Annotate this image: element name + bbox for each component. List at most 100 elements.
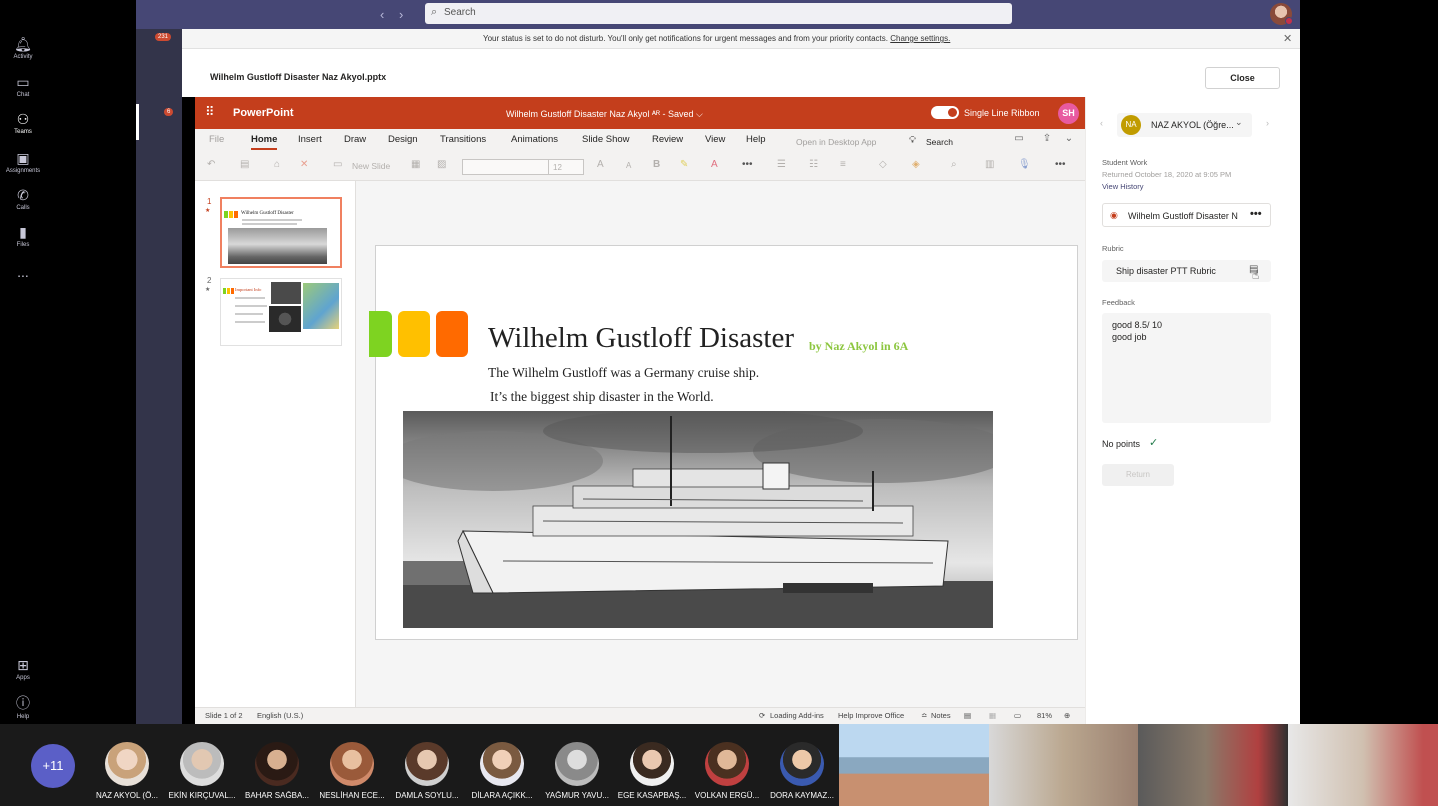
notes-button[interactable]: Notes <box>931 711 951 720</box>
font-size-select[interactable]: 12 <box>548 159 584 175</box>
app-name[interactable]: PowerPoint <box>233 107 294 119</box>
new-slide-icon[interactable]: ▭ <box>333 159 342 170</box>
tab-file[interactable]: File <box>209 134 224 145</box>
return-button[interactable]: Return <box>1102 464 1174 486</box>
tab-draw[interactable]: Draw <box>344 134 366 145</box>
participant-video[interactable] <box>1138 724 1288 806</box>
back-arrow-icon[interactable]: ‹ <box>380 7 384 22</box>
picture-icon[interactable]: ▨ <box>437 159 446 170</box>
slide-thumbnail[interactable]: Important Info <box>220 278 342 346</box>
participant-avatar[interactable] <box>255 742 299 786</box>
rail-item-files[interactable]: ▮ Files <box>0 224 46 248</box>
comment-icon[interactable]: ▭ <box>1010 133 1028 149</box>
fit-slide-icon[interactable]: ⊕ <box>1064 711 1070 720</box>
rail-item-more[interactable]: ... <box>0 264 46 280</box>
change-settings-link[interactable]: Change settings. <box>890 34 950 43</box>
open-in-desktop-button[interactable]: Open in Desktop App <box>796 137 876 147</box>
feedback-text[interactable]: good 8.5/ 10 good job <box>1112 319 1162 343</box>
more-formatting-icon[interactable]: ••• <box>742 159 753 170</box>
sorter-view-icon[interactable]: ▦ <box>989 711 996 720</box>
align-icon[interactable]: ≡ <box>840 159 846 170</box>
decrease-font-icon[interactable]: A <box>626 161 631 170</box>
highlight-icon[interactable]: ✎ <box>680 159 688 170</box>
rail-item-assignments[interactable]: ▣ Assignments <box>0 150 46 174</box>
chevron-down-icon[interactable]: ⌄ <box>1060 133 1078 149</box>
format-painter-icon[interactable]: ⌂ <box>274 159 280 170</box>
file-name-status[interactable]: Wilhelm Gustloff Disaster Naz Akyol ᴬᴿ -… <box>506 109 703 120</box>
reading-view-icon[interactable]: ▭ <box>1014 711 1021 720</box>
share-icon[interactable]: ⇪ <box>1038 133 1056 149</box>
participant-video[interactable] <box>1288 724 1438 806</box>
participant-video[interactable] <box>839 724 989 806</box>
tab-insert[interactable]: Insert <box>298 134 322 145</box>
normal-view-icon[interactable]: ▤ <box>964 711 971 720</box>
find-icon[interactable]: ⌕ <box>951 159 957 170</box>
participant-avatar[interactable] <box>480 742 524 786</box>
participant-avatar[interactable] <box>180 742 224 786</box>
slide-body-line[interactable]: The Wilhelm Gustloff was a Germany cruis… <box>488 365 759 381</box>
search-input[interactable]: ⌕ Search <box>425 3 1012 24</box>
chevron-down-icon[interactable]: ⌄ <box>1235 117 1243 128</box>
more-options-icon[interactable]: ••• <box>1250 208 1262 220</box>
tab-review[interactable]: Review <box>652 134 683 145</box>
tab-view[interactable]: View <box>705 134 725 145</box>
more-participants-button[interactable]: +11 <box>31 744 75 788</box>
rubric-name[interactable]: Ship disaster PTT Rubric <box>1116 266 1216 276</box>
previous-student-icon[interactable]: ‹ <box>1100 118 1103 128</box>
rail-item-chat[interactable]: ▭ Chat <box>0 74 46 98</box>
next-student-icon[interactable]: › <box>1266 118 1269 128</box>
orange-square-shape[interactable] <box>436 311 468 357</box>
zoom-level[interactable]: 81% <box>1037 711 1052 720</box>
app-launcher-icon[interactable]: ⠿ <box>205 104 215 120</box>
tab-home[interactable]: Home <box>251 134 277 145</box>
view-history-link[interactable]: View History <box>1102 182 1144 191</box>
ship-photo[interactable] <box>403 411 993 628</box>
new-slide-button[interactable]: New Slide <box>352 161 390 171</box>
single-line-ribbon-toggle[interactable] <box>931 106 959 119</box>
shapes-icon[interactable]: ◇ <box>879 159 887 170</box>
shape-fill-icon[interactable]: ◈ <box>912 159 920 170</box>
increase-font-icon[interactable]: A <box>597 159 604 170</box>
delete-icon[interactable]: ✕ <box>300 159 308 170</box>
dictate-icon[interactable]: 🎙︎ <box>1018 159 1031 170</box>
font-color-icon[interactable]: A <box>711 159 718 170</box>
language[interactable]: English (U.S.) <box>257 711 303 720</box>
font-family-select[interactable] <box>462 159 551 175</box>
tab-animations[interactable]: Animations <box>511 134 558 145</box>
close-button[interactable]: Close <box>1205 67 1280 89</box>
close-icon[interactable]: ✕ <box>1283 32 1292 45</box>
participant-avatar[interactable] <box>105 742 149 786</box>
yellow-square-shape[interactable] <box>398 311 430 357</box>
participant-avatar[interactable] <box>630 742 674 786</box>
slide-thumbnail[interactable]: Wilhelm Gustloff Disaster <box>220 197 342 268</box>
participant-avatar[interactable] <box>780 742 824 786</box>
participant-avatar[interactable] <box>405 742 449 786</box>
participant-avatar[interactable] <box>705 742 749 786</box>
slide-byline[interactable]: by Naz Akyol in 6A <box>809 339 908 354</box>
ribbon-search[interactable]: Search <box>926 137 953 147</box>
attachment-name[interactable]: Wilhelm Gustloff Disaster N <box>1128 211 1238 221</box>
rail-item-teams[interactable]: ⚇ Teams <box>0 111 46 135</box>
forward-arrow-icon[interactable]: › <box>399 7 403 22</box>
numbering-icon[interactable]: ☷ <box>809 159 818 170</box>
paste-icon[interactable]: ▤ <box>240 159 249 170</box>
designer-icon[interactable]: ▥ <box>985 159 994 170</box>
rail-item-apps[interactable]: ⊞ Apps <box>0 657 46 681</box>
participant-avatar[interactable] <box>555 742 599 786</box>
tab-slide-show[interactable]: Slide Show <box>582 134 630 145</box>
slide-title[interactable]: Wilhelm Gustloff Disaster <box>488 322 794 355</box>
participant-video[interactable] <box>989 724 1138 806</box>
bullets-icon[interactable]: ☰ <box>777 159 786 170</box>
bold-icon[interactable]: B <box>653 159 660 170</box>
rail-item-help[interactable]: ⓘ Help <box>0 693 46 720</box>
more-commands-icon[interactable]: ••• <box>1055 159 1066 170</box>
slide-body-line[interactable]: It’s the biggest ship disaster in the Wo… <box>490 389 714 405</box>
user-avatar[interactable]: SH <box>1058 103 1079 124</box>
layout-icon[interactable]: ▦ <box>411 159 420 170</box>
undo-icon[interactable]: ↶ <box>207 159 215 170</box>
tab-help[interactable]: Help <box>746 134 766 145</box>
student-name[interactable]: NAZ AKYOL (Öğre... <box>1151 120 1234 130</box>
rail-item-activity[interactable]: 🔔︎ Activity <box>0 36 46 60</box>
help-improve-link[interactable]: Help Improve Office <box>838 711 904 720</box>
tab-transitions[interactable]: Transitions <box>440 134 486 145</box>
